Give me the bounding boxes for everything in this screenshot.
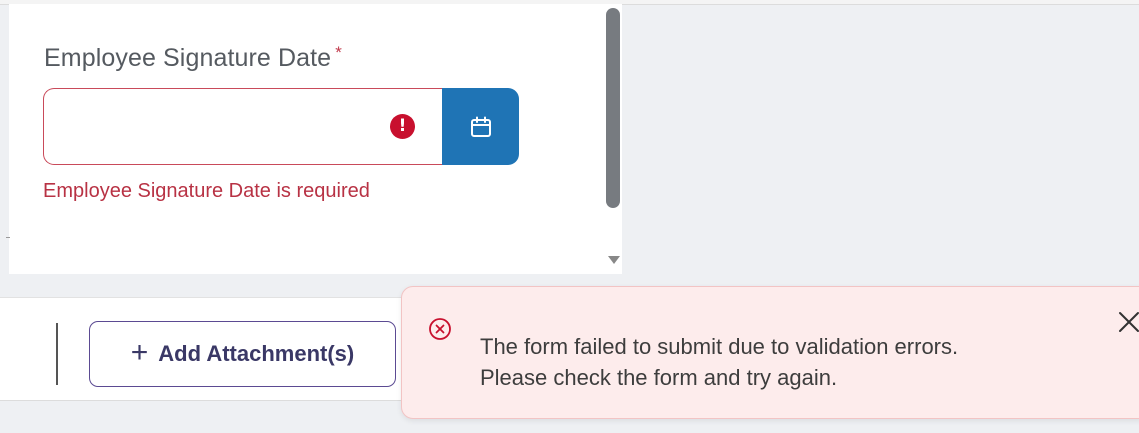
required-marker: * xyxy=(335,43,342,62)
x-circle-icon xyxy=(429,318,451,340)
error-toast: The form failed to submit due to validat… xyxy=(401,286,1139,419)
plus-icon: + xyxy=(130,335,149,369)
field-label-text: Employee Signature Date xyxy=(44,44,332,72)
add-attachment-label: Add Attachment(s) xyxy=(158,341,355,366)
close-icon xyxy=(1119,312,1139,332)
scrollbar-thumb[interactable] xyxy=(606,8,620,208)
calendar-button[interactable] xyxy=(442,88,519,165)
scroll-down-arrow-icon[interactable] xyxy=(608,256,620,264)
toast-close-button[interactable] xyxy=(1114,307,1139,337)
left-edge-tick xyxy=(6,237,10,238)
toast-message-line2: Please check the form and try again. xyxy=(480,364,838,390)
footer-divider xyxy=(56,323,58,385)
form-panel: Employee Signature Date * ! Employee Sign… xyxy=(9,4,622,274)
validation-error-message: Employee Signature Date is required xyxy=(43,180,370,202)
signature-date-input[interactable] xyxy=(43,88,443,165)
field-label: Employee Signature Date * xyxy=(44,43,342,73)
toast-message: The form failed to submit due to validat… xyxy=(480,332,1080,394)
toast-message-line1: The form failed to submit due to validat… xyxy=(480,334,959,359)
add-attachment-button[interactable]: + Add Attachment(s) xyxy=(89,321,396,387)
exclamation-circle-icon: ! xyxy=(390,114,415,139)
calendar-icon xyxy=(470,116,491,137)
